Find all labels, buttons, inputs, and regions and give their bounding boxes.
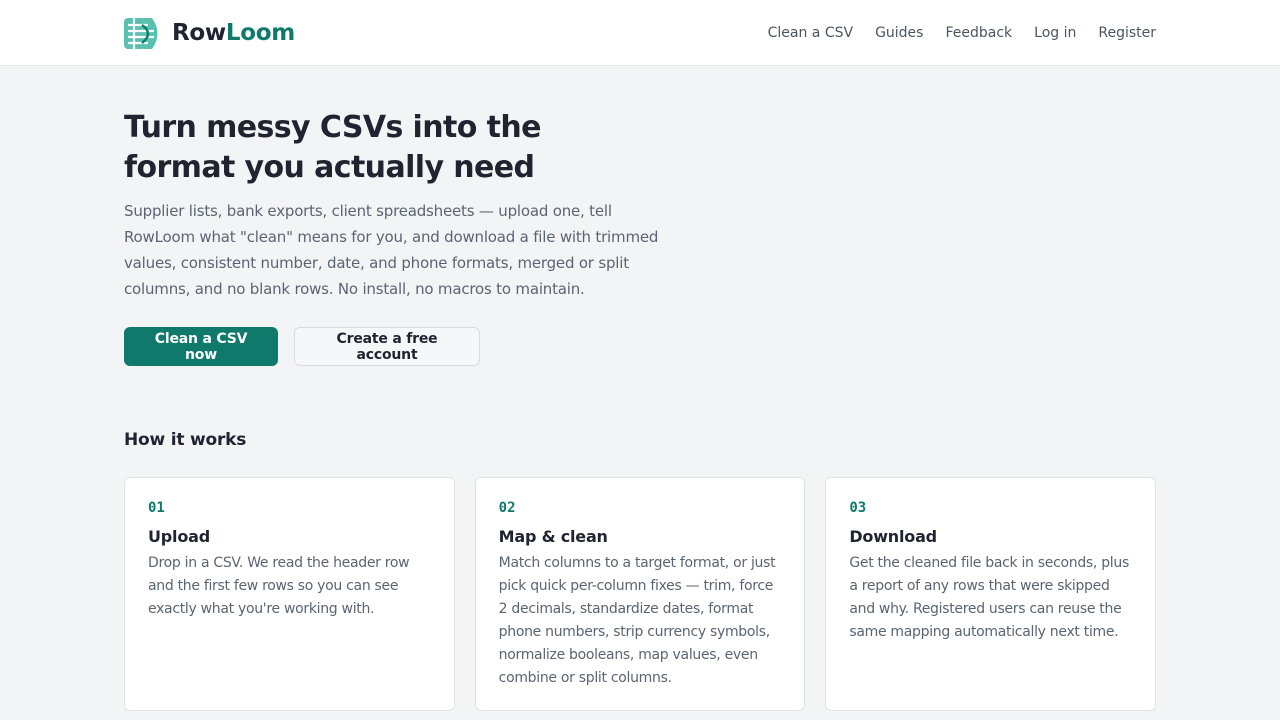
rowloom-logo-icon — [124, 17, 158, 49]
step-title: Upload — [148, 527, 210, 546]
step-description: Drop in a CSV. We read the header row an… — [148, 555, 410, 617]
nav-login-link[interactable]: Log in — [1034, 25, 1076, 41]
step-description: Match columns to a target format, or jus… — [498, 555, 776, 686]
step-title: Download — [849, 527, 937, 546]
brand-name: RowLoom — [172, 20, 295, 46]
step-card-download: 03 Download Get the cleaned file back in… — [825, 477, 1157, 711]
nav-clean-csv-link[interactable]: Clean a CSV — [768, 25, 853, 41]
nav-register-link[interactable]: Register — [1098, 25, 1156, 41]
step-card-upload: 01 Upload Drop in a CSV. We read the hea… — [124, 477, 455, 711]
how-it-works-title: How it works — [124, 430, 247, 450]
step-description: Get the cleaned file back in seconds, pl… — [849, 555, 1129, 640]
step-number: 02 — [498, 500, 516, 516]
create-free-account-button[interactable]: Create a free account — [294, 327, 480, 366]
step-title: Map & clean — [498, 527, 608, 546]
brand-name-row: Row — [172, 20, 226, 46]
brand-home-link[interactable]: RowLoom — [124, 15, 295, 51]
clean-csv-now-button[interactable]: Clean a CSV now — [124, 327, 278, 366]
top-navigation-bar: RowLoom Clean a CSV Guides Feedback Log … — [0, 0, 1280, 66]
hero-title: Turn messy CSVs into the format you actu… — [124, 110, 541, 185]
hero-section: Turn messy CSVs into the format you actu… — [124, 108, 684, 366]
hero-description: Supplier lists, bank exports, client spr… — [124, 202, 659, 298]
nav-feedback-link[interactable]: Feedback — [945, 25, 1012, 41]
step-number: 03 — [849, 500, 867, 516]
steps-list: 01 Upload Drop in a CSV. We read the hea… — [124, 477, 1157, 711]
step-card-map-clean: 02 Map & clean Match columns to a target… — [474, 477, 806, 711]
hero-actions: Clean a CSV now Create a free account — [124, 327, 684, 366]
main-nav: Clean a CSV Guides Feedback Log in Regis… — [768, 0, 1156, 66]
nav-guides-link[interactable]: Guides — [875, 25, 923, 41]
brand-name-loom: Loom — [225, 20, 295, 46]
step-number: 01 — [148, 500, 165, 516]
